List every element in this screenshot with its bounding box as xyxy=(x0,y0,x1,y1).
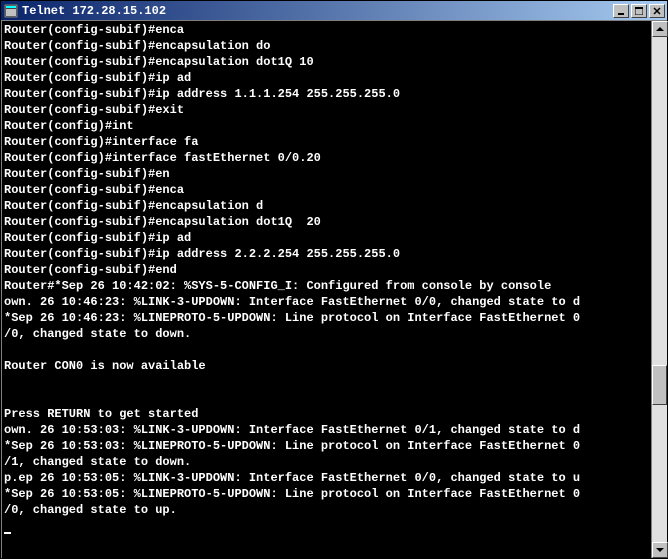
terminal-line: Router(config-subif)#encapsulation dot1Q… xyxy=(4,54,649,70)
scroll-down-button[interactable] xyxy=(652,542,668,558)
terminal-line: Router(config-subif)#encapsulation d xyxy=(4,198,649,214)
scroll-thumb[interactable] xyxy=(652,365,667,405)
terminal-line: Router(config)#interface fastEthernet 0/… xyxy=(4,150,649,166)
vertical-scrollbar[interactable] xyxy=(651,21,667,558)
maximize-button[interactable] xyxy=(631,4,647,18)
terminal-line: p.ep 26 10:53:05: %LINK-3-UPDOWN: Interf… xyxy=(4,470,649,486)
terminal-output[interactable]: Router(config-subif)#encaRouter(config-s… xyxy=(2,21,651,558)
terminal-line: Router(config-subif)#exit xyxy=(4,102,649,118)
terminal-line xyxy=(4,342,649,358)
terminal-line: Router(config-subif)#enca xyxy=(4,182,649,198)
terminal-line: own. 26 10:53:03: %LINK-3-UPDOWN: Interf… xyxy=(4,422,649,438)
terminal-line: /0, changed state to down. xyxy=(4,326,649,342)
terminal-line: own. 26 10:46:23: %LINK-3-UPDOWN: Interf… xyxy=(4,294,649,310)
cursor xyxy=(4,532,11,534)
close-button[interactable] xyxy=(649,4,665,18)
terminal-line: Router(config)#interface fa xyxy=(4,134,649,150)
terminal-line: Router(config-subif)#encapsulation dot1Q… xyxy=(4,214,649,230)
terminal-line: /1, changed state to down. xyxy=(4,454,649,470)
terminal-container: Router(config-subif)#encaRouter(config-s… xyxy=(1,20,667,558)
terminal-line: Router(config-subif)#en xyxy=(4,166,649,182)
window-title: Telnet 172.28.15.102 xyxy=(22,4,611,18)
window-controls xyxy=(611,4,665,18)
terminal-line: Router(config)#int xyxy=(4,118,649,134)
telnet-window: Telnet 172.28.15.102 Router(config-subif… xyxy=(0,0,668,559)
terminal-line: Router(config-subif)#ip address 2.2.2.25… xyxy=(4,246,649,262)
titlebar: Telnet 172.28.15.102 xyxy=(1,1,667,20)
terminal-line: *Sep 26 10:53:05: %LINEPROTO-5-UPDOWN: L… xyxy=(4,486,649,502)
scroll-track[interactable] xyxy=(652,37,667,542)
terminal-line: Router(config-subif)#ip address 1.1.1.25… xyxy=(4,86,649,102)
terminal-line xyxy=(4,374,649,390)
terminal-line: Router#*Sep 26 10:42:02: %SYS-5-CONFIG_I… xyxy=(4,278,649,294)
terminal-line: Router(config-subif)#enca xyxy=(4,22,649,38)
terminal-line: Router(config-subif)#ip ad xyxy=(4,70,649,86)
terminal-line: /0, changed state to up. xyxy=(4,502,649,518)
app-icon xyxy=(3,3,19,19)
terminal-line: Router(config-subif)#encapsulation do xyxy=(4,38,649,54)
terminal-line: Router CON0 is now available xyxy=(4,358,649,374)
minimize-button[interactable] xyxy=(613,4,629,18)
terminal-line: *Sep 26 10:46:23: %LINEPROTO-5-UPDOWN: L… xyxy=(4,310,649,326)
terminal-line: Router(config-subif)#end xyxy=(4,262,649,278)
scroll-up-button[interactable] xyxy=(652,21,668,37)
terminal-line: *Sep 26 10:53:03: %LINEPROTO-5-UPDOWN: L… xyxy=(4,438,649,454)
terminal-line xyxy=(4,390,649,406)
terminal-line: Router(config-subif)#ip ad xyxy=(4,230,649,246)
cursor-line xyxy=(4,518,649,534)
terminal-line: Press RETURN to get started xyxy=(4,406,649,422)
